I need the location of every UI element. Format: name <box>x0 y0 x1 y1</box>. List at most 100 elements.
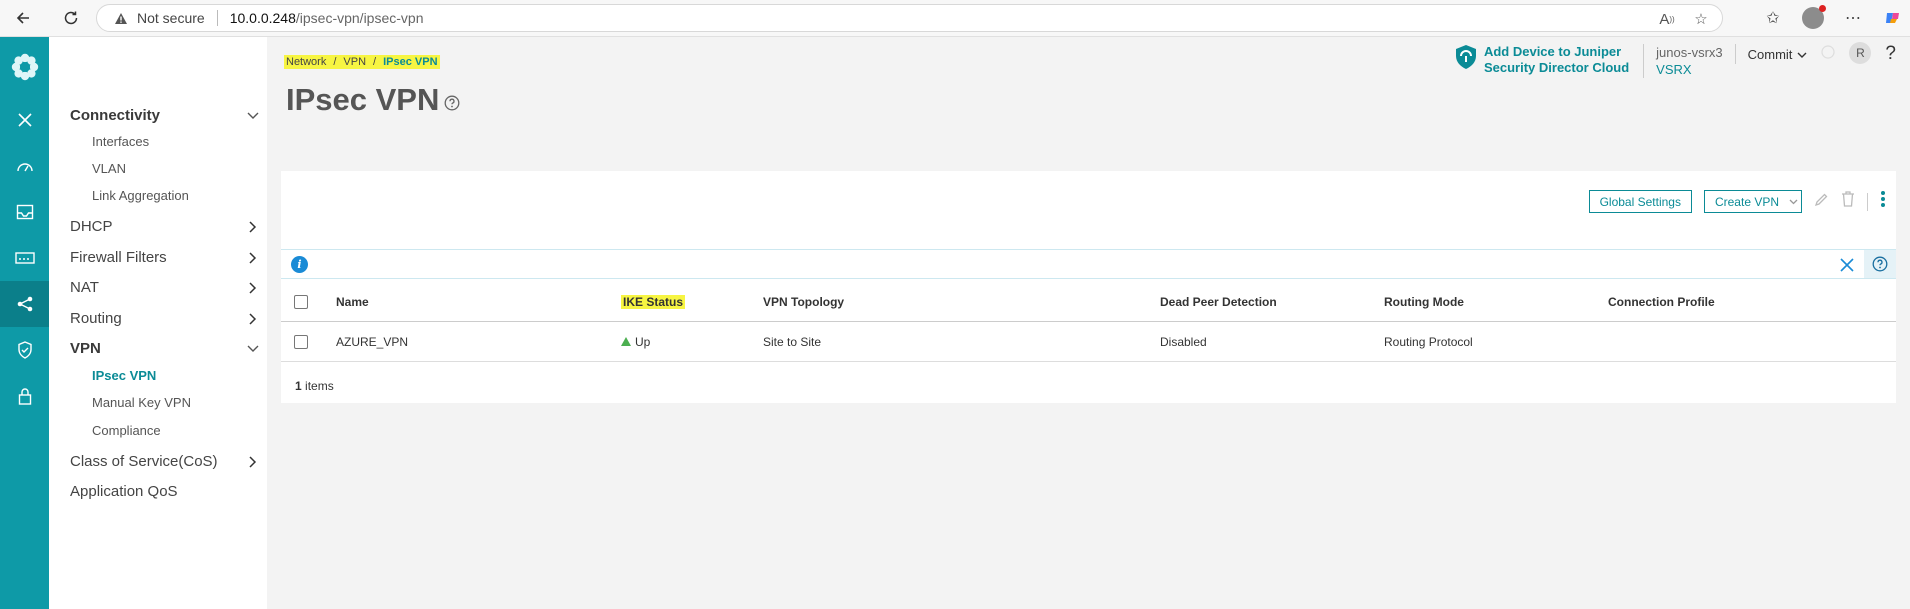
row-checkbox[interactable] <box>294 334 308 349</box>
column-header-ike-status[interactable]: IKE Status <box>621 295 686 309</box>
menu-group-connectivity[interactable]: Connectivity <box>70 107 260 124</box>
items-count: 1 items <box>295 379 334 393</box>
chevron-down-icon <box>1797 47 1807 62</box>
breadcrumb-current: IPsec VPN <box>383 56 438 68</box>
breadcrumb-vpn[interactable]: VPN <box>343 56 366 68</box>
help-icon[interactable]: ? <box>1885 43 1896 65</box>
notifications-icon[interactable] <box>1821 44 1836 64</box>
column-header-routing-mode[interactable]: Routing Mode <box>1384 283 1464 321</box>
copilot-icon[interactable] <box>1876 3 1910 33</box>
breadcrumb-separator: / <box>333 56 337 68</box>
menu-item-manual-key-vpn[interactable]: Manual Key VPN <box>92 395 191 410</box>
delete-icon[interactable] <box>1841 191 1855 212</box>
monitor-icon[interactable] <box>0 189 49 235</box>
menu-group-class-of-service[interactable]: Class of Service(CoS) <box>70 453 260 470</box>
sdc-shield-icon <box>1454 44 1478 75</box>
sdc-line-1: Add Device to Juniper <box>1483 44 1622 59</box>
menu-label: Routing <box>70 310 122 327</box>
help-circle-icon[interactable] <box>444 95 460 116</box>
device-info: junos-vsrx3 VSRX <box>1643 44 1734 78</box>
menu-group-routing[interactable]: Routing <box>70 310 260 327</box>
menu-group-nat[interactable]: NAT <box>70 279 260 296</box>
dashboard-icon[interactable] <box>0 143 49 189</box>
warning-icon <box>113 10 129 26</box>
column-header-vpn-topology[interactable]: VPN Topology <box>763 283 844 321</box>
reload-icon[interactable] <box>54 3 88 33</box>
toolbar-divider <box>1867 192 1868 211</box>
security-label: Not secure <box>137 10 205 26</box>
edit-icon[interactable] <box>1814 192 1829 212</box>
cell-routing-mode: Routing Protocol <box>1384 334 1473 349</box>
favorite-star-icon[interactable]: ☆ <box>1690 8 1712 30</box>
address-bar[interactable]: Not secure 10.0.0.248 /ipsec-vpn/ipsec-v… <box>96 4 1723 32</box>
close-menu-icon[interactable] <box>0 97 49 143</box>
menu-item-interfaces[interactable]: Interfaces <box>92 134 149 149</box>
column-header-connection-profile[interactable]: Connection Profile <box>1608 283 1715 321</box>
ike-status-text: Up <box>635 334 651 349</box>
menu-label: Connectivity <box>70 107 161 124</box>
select-all-checkbox[interactable] <box>294 295 308 309</box>
url-path: /ipsec-vpn/ipsec-vpn <box>295 10 424 26</box>
chevron-right-icon <box>246 455 260 469</box>
juniper-logo-icon[interactable] <box>0 37 49 97</box>
create-vpn-button[interactable]: Create VPN <box>1703 190 1802 213</box>
cell-name: AZURE_VPN <box>336 334 409 349</box>
global-settings-button[interactable]: Global Settings <box>1588 190 1692 213</box>
lock-icon[interactable] <box>0 373 49 419</box>
cell-vpn-topology: Site to Site <box>763 334 822 349</box>
vpn-table: Name IKE Status VPN Topology Dead Peer D… <box>281 283 1896 362</box>
chevron-right-icon <box>246 251 260 265</box>
sdc-line-2: Security Director Cloud <box>1483 60 1630 75</box>
profile-avatar[interactable] <box>1796 3 1830 33</box>
column-header-dpd[interactable]: Dead Peer Detection <box>1160 283 1277 321</box>
chevron-down-icon <box>246 109 260 123</box>
more-vertical-icon[interactable] <box>1880 190 1886 213</box>
breadcrumb: Network / VPN / IPsec VPN <box>284 55 440 69</box>
breadcrumb-separator: / <box>373 56 377 68</box>
page-title: IPsec VPN <box>286 82 440 117</box>
read-aloud-icon[interactable]: A)) <box>1656 8 1678 30</box>
menu-group-firewall-filters[interactable]: Firewall Filters <box>70 249 260 266</box>
close-icon[interactable] <box>1840 253 1854 278</box>
column-header-name[interactable]: Name <box>336 283 369 321</box>
menu-item-compliance[interactable]: Compliance <box>92 423 161 438</box>
address-divider <box>216 10 218 26</box>
device-model: VSRX <box>1656 62 1692 77</box>
chevron-right-icon <box>246 312 260 326</box>
menu-item-link-aggregation[interactable]: Link Aggregation <box>92 188 189 203</box>
menu-item-vlan[interactable]: VLAN <box>92 161 126 176</box>
header-actions: Add Device to Juniper Security Director … <box>1454 42 1910 84</box>
device-icon[interactable] <box>0 235 49 281</box>
chevron-down-icon <box>246 342 260 356</box>
user-avatar[interactable]: R <box>1849 42 1872 64</box>
sdc-link[interactable]: Add Device to Juniper Security Director … <box>1454 44 1629 76</box>
menu-item-ipsec-vpn[interactable]: IPsec VPN <box>92 368 156 383</box>
security-shield-icon[interactable] <box>0 327 49 373</box>
table-row[interactable]: AZURE_VPN Up Site to Site Disabled Routi… <box>281 322 1896 362</box>
table-header: Name IKE Status VPN Topology Dead Peer D… <box>281 283 1896 322</box>
browser-toolbar: Not secure 10.0.0.248 /ipsec-vpn/ipsec-v… <box>0 0 1910 37</box>
commit-label: Commit <box>1747 46 1793 62</box>
status-up-icon <box>621 337 631 346</box>
menu-group-vpn[interactable]: VPN <box>70 340 260 357</box>
more-icon[interactable]: ⋯ <box>1836 3 1870 33</box>
side-menu: Connectivity Interfaces VLAN Link Aggreg… <box>49 37 267 609</box>
menu-item-application-qos[interactable]: Application QoS <box>70 483 260 500</box>
commit-menu[interactable]: Commit <box>1734 44 1818 64</box>
breadcrumb-network[interactable]: Network <box>286 56 326 68</box>
help-circle-icon[interactable] <box>1864 250 1896 278</box>
menu-label: Firewall Filters <box>70 249 167 266</box>
menu-label: NAT <box>70 279 99 296</box>
menu-label: Class of Service(CoS) <box>70 453 218 470</box>
chevron-down-icon[interactable] <box>1785 191 1801 212</box>
vpn-grid-panel: Global Settings Create VPN i Name IKE St… <box>281 171 1896 403</box>
grid-toolbar: Global Settings Create VPN <box>1588 190 1886 213</box>
left-rail <box>0 37 49 609</box>
network-icon[interactable] <box>0 281 49 327</box>
chevron-right-icon <box>246 220 260 234</box>
items-count-label: items <box>305 379 334 393</box>
back-icon[interactable] <box>6 3 40 33</box>
device-name: junos-vsrx3 <box>1656 45 1723 60</box>
menu-group-dhcp[interactable]: DHCP <box>70 218 260 235</box>
favorites-icon[interactable]: ✩ <box>1756 3 1790 33</box>
